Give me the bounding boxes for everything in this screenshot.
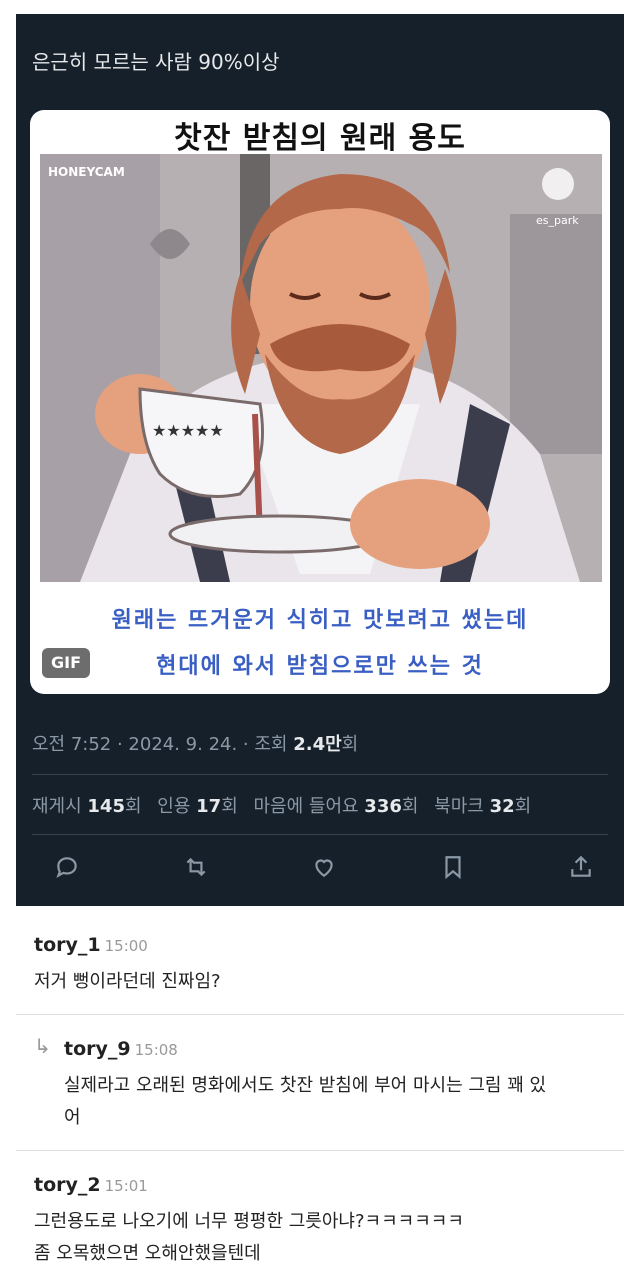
tweet-card: 은근히 모르는 사람 90%이상 찻잔 받침의 원래 용도 ★★★★★ HONE… — [16, 14, 624, 906]
share-icon — [571, 855, 591, 877]
quotes-stat[interactable]: 인용 17회 — [157, 796, 237, 817]
comment-separator — [16, 1014, 624, 1015]
retweet-button[interactable] — [179, 850, 213, 884]
svg-text:★★★★★: ★★★★★ — [152, 421, 224, 440]
comment-username[interactable]: tory_2 — [34, 1174, 101, 1196]
likes-stat[interactable]: 마음에 들어요 336회 — [253, 796, 418, 817]
comment-username[interactable]: tory_1 — [34, 934, 101, 956]
comment-username[interactable]: tory_9 — [64, 1038, 131, 1060]
tweet-actions — [50, 850, 598, 884]
comment-text-line2: 좀 오목했으면 오해안했을텐데 — [34, 1243, 261, 1264]
bookmarks-stat[interactable]: 북마크 32회 — [434, 796, 531, 817]
retweet-icon — [186, 857, 205, 877]
view-count: 2.4만 — [293, 734, 342, 755]
watermark-right: es_park — [536, 214, 579, 227]
like-button[interactable] — [307, 850, 341, 884]
comment-time: 15:00 — [104, 937, 148, 955]
reply-arrow-icon: ↳ — [34, 1034, 51, 1058]
retweets-stat[interactable]: 재게시 145회 — [32, 796, 142, 817]
bookmark-button[interactable] — [436, 850, 470, 884]
share-button[interactable] — [564, 850, 598, 884]
gif-badge[interactable]: GIF — [42, 648, 90, 678]
tweet-text: 은근히 모르는 사람 90%이상 — [32, 50, 280, 74]
reply-icon — [56, 857, 77, 879]
bookmark-icon — [444, 856, 461, 880]
comment-separator — [16, 1150, 624, 1151]
comment-time: 15:08 — [134, 1041, 178, 1059]
tweet-timestamp[interactable]: 오전 7:52 · 2024. 9. 24. · 조회 — [32, 734, 293, 755]
tweet-media[interactable]: 찻잔 받침의 원래 용도 ★★★★★ HONEYCAM es_park 원래는 … — [30, 110, 610, 694]
comment-time: 15:01 — [104, 1177, 148, 1195]
watermark-left: HONEYCAM — [48, 165, 125, 179]
comment-text-line2: 어 — [64, 1107, 81, 1128]
tweet-stats: 재게시 145회 인용 17회 마음에 들어요 336회 북마크 32회 — [32, 792, 531, 818]
like-icon — [315, 859, 333, 877]
comment-text-line1: 실제라고 오래된 명화에서도 찻잔 받침에 부어 마시는 그림 꽤 있 — [64, 1075, 547, 1096]
reply-button[interactable] — [50, 850, 84, 884]
view-unit: 회 — [341, 734, 359, 755]
divider — [32, 834, 608, 835]
comment-text: 저거 뻥이라던데 진짜임? — [34, 971, 221, 992]
divider — [32, 774, 608, 775]
media-caption-line1: 원래는 뜨거운거 식히고 맛보려고 썼는데 — [111, 608, 529, 633]
comment-text-line1: 그런용도로 나오기에 너무 평평한 그릇아냐?ㅋㅋㅋㅋㅋㅋ — [34, 1211, 464, 1232]
tweet-meta: 오전 7:52 · 2024. 9. 24. · 조회 2.4만회 — [32, 730, 358, 756]
media-caption-line2: 현대에 와서 받침으로만 쓰는 것 — [156, 654, 484, 679]
media-illustration: ★★★★★ HONEYCAM es_park — [40, 154, 602, 582]
